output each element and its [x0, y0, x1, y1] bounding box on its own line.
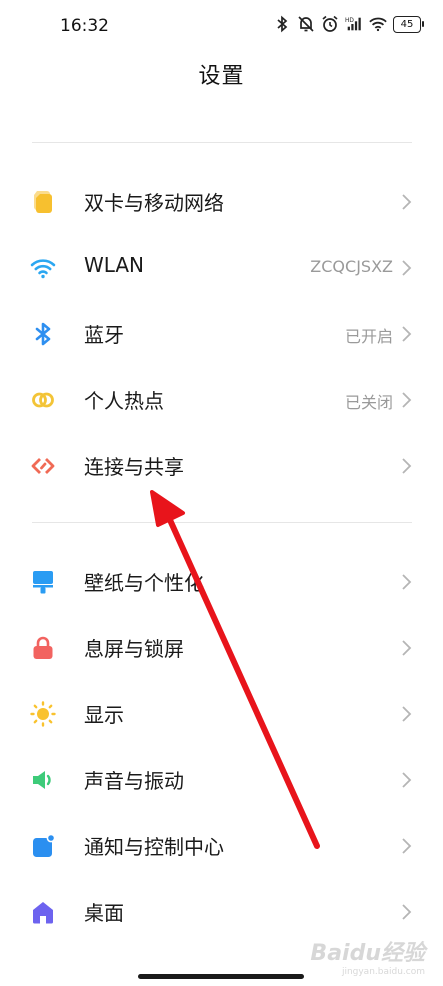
settings-item-bluetooth[interactable]: 蓝牙 已开启 [0, 303, 443, 363]
settings-item-label: 双卡与移动网络 [84, 191, 224, 215]
settings-item-label: 息屏与锁屏 [84, 637, 184, 661]
settings-item-value: 已开启 [344, 327, 393, 346]
sim-card-icon [30, 189, 56, 215]
divider [32, 142, 412, 143]
chevron-right-icon [401, 572, 413, 592]
settings-item-display[interactable]: 显示 [0, 683, 443, 743]
status-bar: 16:32 HD 45 [0, 0, 443, 52]
watermark-logo-text: Baidu经验 [310, 941, 425, 966]
settings-item-value: 已关闭 [344, 393, 393, 412]
settings-item-label: 壁纸与个性化 [84, 571, 204, 595]
divider [32, 522, 412, 523]
mute-bell-icon [297, 14, 315, 34]
hotspot-icon [30, 387, 56, 413]
baidu-watermark: Baidu经验 jingyan.baidu.com [310, 935, 425, 977]
page-title: 设置 [198, 64, 245, 89]
settings-item-label: 桌面 [84, 901, 124, 925]
chevron-right-icon [401, 192, 413, 212]
chevron-right-icon [401, 324, 413, 344]
settings-item-value: ZCQCJSXZ [310, 257, 393, 276]
settings-item-label: 个人热点 [84, 389, 164, 413]
notification-icon [30, 833, 56, 859]
chevron-right-icon [401, 836, 413, 856]
home-icon [30, 899, 56, 925]
settings-item-notification[interactable]: 通知与控制中心 [0, 815, 443, 875]
bluetooth-status-icon [273, 14, 291, 34]
battery-icon: 45 [393, 15, 424, 33]
chevron-right-icon [401, 704, 413, 724]
chevron-right-icon [401, 902, 413, 922]
connection-share-icon [30, 453, 56, 479]
settings-screen: 16:32 HD 45 设置 双卡与移动网络 WLAN ZCQCJSXZ 蓝牙 … [0, 0, 443, 986]
chevron-right-icon [401, 258, 413, 278]
settings-item-label: 显示 [84, 703, 124, 727]
settings-item-label: 声音与振动 [84, 769, 184, 793]
chevron-right-icon [401, 638, 413, 658]
settings-item-connection-share[interactable]: 连接与共享 [0, 435, 443, 495]
lock-icon [30, 635, 56, 661]
watermark-url: jingyan.baidu.com [341, 967, 425, 977]
status-time: 16:32 [60, 16, 109, 36]
chevron-right-icon [401, 456, 413, 476]
settings-item-label: WLAN [84, 253, 145, 277]
settings-item-hotspot[interactable]: 个人热点 已关闭 [0, 369, 443, 429]
settings-item-wlan[interactable]: WLAN ZCQCJSXZ [0, 237, 443, 297]
sun-icon [30, 701, 56, 727]
settings-item-label: 连接与共享 [84, 455, 184, 479]
hd-signal-icon: HD [345, 14, 363, 34]
settings-item-lock-screen[interactable]: 息屏与锁屏 [0, 617, 443, 677]
settings-item-sound[interactable]: 声音与振动 [0, 749, 443, 809]
settings-item-label: 蓝牙 [84, 323, 124, 347]
wifi-icon [30, 255, 56, 281]
settings-item-label: 通知与控制中心 [84, 835, 224, 859]
wifi-status-icon [369, 14, 387, 34]
bluetooth-icon [30, 321, 56, 347]
settings-item-dual-sim[interactable]: 双卡与移动网络 [0, 171, 443, 231]
alarm-icon [321, 14, 339, 34]
settings-item-wallpaper[interactable]: 壁纸与个性化 [0, 551, 443, 611]
svg-text:HD: HD [345, 18, 354, 24]
settings-item-desktop[interactable]: 桌面 [0, 881, 443, 941]
chevron-right-icon [401, 770, 413, 790]
home-indicator-bar[interactable] [138, 974, 304, 979]
wallpaper-icon [30, 569, 56, 595]
chevron-right-icon [401, 390, 413, 410]
status-icons: HD 45 [273, 14, 424, 34]
speaker-icon [30, 767, 56, 793]
